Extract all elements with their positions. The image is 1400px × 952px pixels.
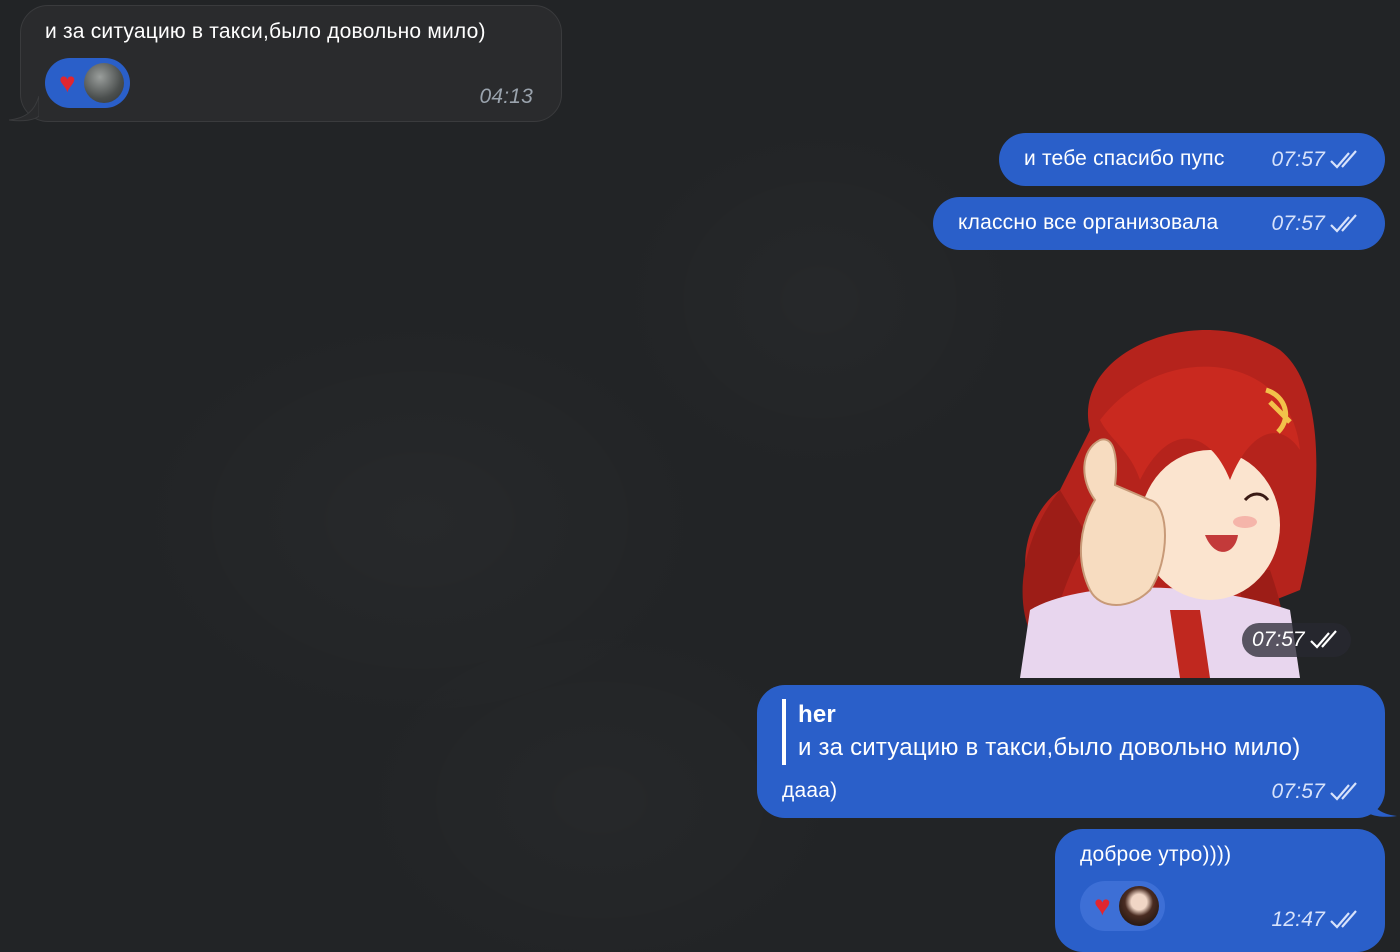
avatar xyxy=(83,63,124,103)
message-text: и за ситуацию в такси,было довольно мило… xyxy=(45,20,486,43)
message-text: дааа) xyxy=(782,779,838,802)
heart-icon: ♥ xyxy=(59,67,76,98)
reaction-chip[interactable]: ♥ xyxy=(1080,881,1165,931)
message-time: 07:57 xyxy=(1252,623,1341,657)
message-outgoing-reply[interactable]: her и за ситуацию в такси,было довольно … xyxy=(757,685,1397,818)
message-time: 07:57 xyxy=(1271,211,1361,237)
message-incoming[interactable]: и за ситуацию в такси,было довольно мило… xyxy=(9,5,562,122)
message-time: 07:57 xyxy=(1271,147,1361,173)
double-check-icon xyxy=(1330,214,1357,233)
double-check-icon xyxy=(1309,630,1337,649)
message-outgoing[interactable]: классно все организовала 07:57 xyxy=(933,197,1385,250)
quote-text: и за ситуацию в такси,было довольно мило… xyxy=(798,734,1301,761)
message-time: 07:57 xyxy=(1271,779,1361,805)
double-check-icon xyxy=(1330,782,1357,801)
message-text: и тебе спасибо пупс xyxy=(1024,147,1225,170)
bubble-tail xyxy=(9,96,39,122)
double-check-icon xyxy=(1330,910,1357,929)
avatar xyxy=(1118,886,1159,926)
message-outgoing[interactable]: доброе утро)))) ♥ 12:47 xyxy=(1055,829,1385,952)
reaction-chip[interactable]: ♥ xyxy=(45,58,130,108)
message-time: 04:13 xyxy=(479,85,533,108)
heart-icon: ♥ xyxy=(1094,890,1111,921)
reply-quote[interactable]: her и за ситуацию в такси,было довольно … xyxy=(782,699,1361,765)
message-text: классно все организовала xyxy=(958,211,1219,234)
sticker-time-badge: 07:57 xyxy=(1242,623,1351,657)
message-outgoing[interactable]: и тебе спасибо пупс 07:57 xyxy=(999,133,1385,186)
quote-author: her xyxy=(798,701,836,728)
message-text: доброе утро)))) xyxy=(1080,843,1232,866)
double-check-icon xyxy=(1330,150,1357,169)
message-time: 12:47 xyxy=(1271,907,1361,933)
bubble-tail xyxy=(1367,792,1397,817)
